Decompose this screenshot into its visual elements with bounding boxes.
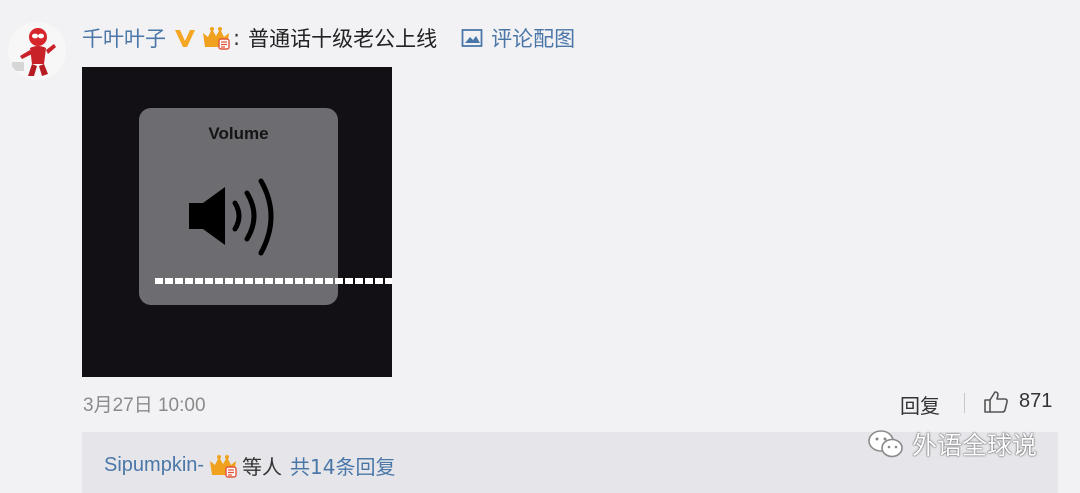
comment-timestamp: 3月27日 10:00 — [83, 395, 206, 416]
comment-text: 普通话十级老公上线 — [248, 27, 438, 51]
view-image-link[interactable]: 评论配图 — [461, 23, 575, 53]
action-divider — [964, 393, 965, 413]
comment-image[interactable]: Volume — [82, 67, 392, 377]
hud-title: Volume — [208, 124, 269, 143]
avatar[interactable] — [8, 22, 66, 80]
reply-summary: Sipumpkin- 等人 共14条回复 — [104, 451, 396, 480]
vip-v-icon — [174, 28, 196, 48]
comment-header: 千叶叶子 : 普通话十级老公上线 评论配图 — [82, 20, 575, 56]
like-count: 871 — [1019, 390, 1053, 412]
volume-level-bar — [155, 278, 392, 284]
crown-badge-icon — [208, 453, 238, 479]
wechat-icon — [868, 430, 903, 458]
thumbs-up-icon[interactable] — [983, 390, 1009, 414]
colon-separator: : — [233, 26, 241, 50]
crown-badge-icon — [201, 25, 231, 51]
watermark: 外语全球说 — [866, 426, 1037, 462]
speaker-icon — [189, 178, 274, 256]
reply-button[interactable]: 回复 — [900, 390, 940, 419]
view-image-label: 评论配图 — [491, 27, 576, 51]
reply-others-text: 等人 — [242, 455, 283, 479]
image-icon — [461, 29, 483, 47]
comment-username[interactable]: 千叶叶子 — [82, 23, 166, 53]
watermark-text: 外语全球说 — [912, 431, 1038, 460]
view-all-replies-link[interactable]: 共14条回复 — [290, 451, 395, 480]
reply-username[interactable]: Sipumpkin- — [104, 454, 204, 477]
